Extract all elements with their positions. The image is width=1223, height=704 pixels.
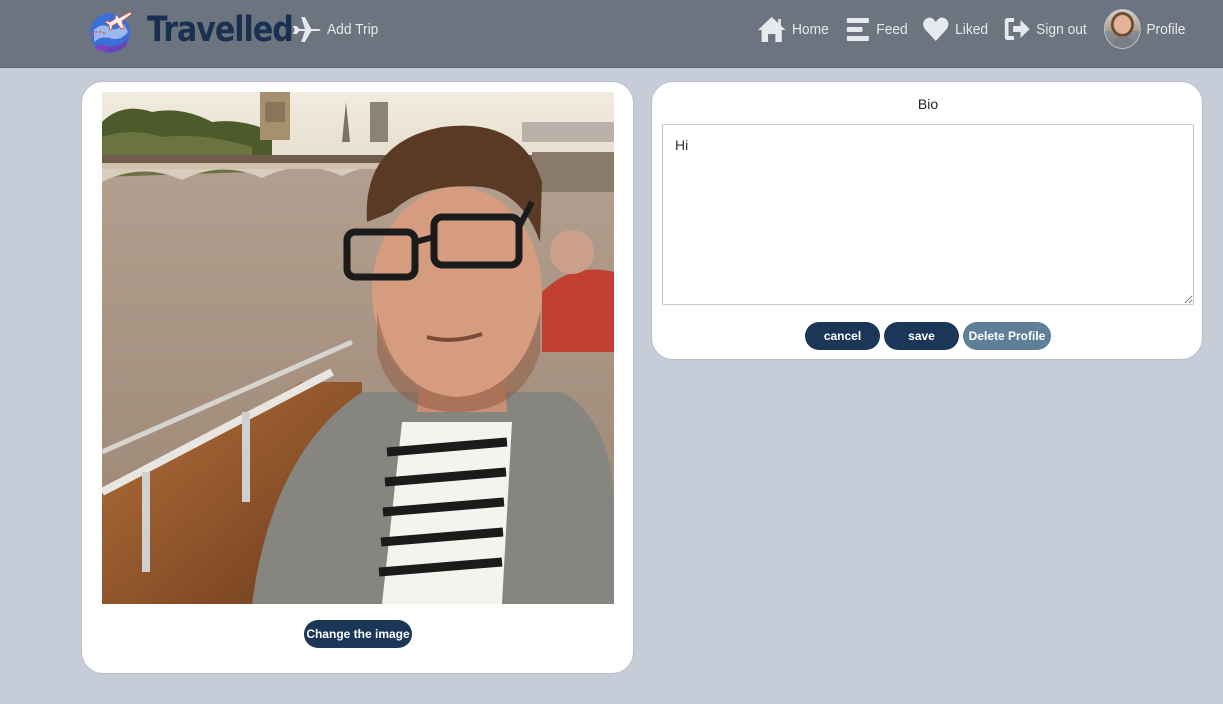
sign-out-icon xyxy=(1004,18,1030,40)
nav-add-trip[interactable]: Add Trip xyxy=(292,12,378,46)
nav-home[interactable]: Home xyxy=(757,12,829,46)
save-button[interactable]: save xyxy=(884,322,959,350)
bio-card: Bio Hi cancel save Delete Profile xyxy=(651,81,1203,360)
profile-photo-card: Change the image xyxy=(81,81,634,674)
cancel-button[interactable]: cancel xyxy=(805,322,880,350)
brand-title[interactable]: Travelled xyxy=(147,9,294,51)
avatar xyxy=(1104,9,1141,49)
nav-profile-label: Profile xyxy=(1146,20,1186,38)
nav-sign-out[interactable]: Sign out xyxy=(1003,12,1087,46)
heart-icon xyxy=(923,17,949,41)
nav-add-trip-label: Add Trip xyxy=(326,20,379,38)
bio-textarea[interactable]: Hi xyxy=(662,124,1194,305)
nav-liked[interactable]: Liked xyxy=(922,12,988,46)
bio-title: Bio xyxy=(917,96,939,112)
nav-profile[interactable]: Profile xyxy=(1104,9,1185,49)
change-image-button[interactable]: Change the image xyxy=(304,620,412,648)
top-navbar: Travelled Add Trip Home Feed Liked Sign … xyxy=(0,0,1223,68)
delete-profile-button[interactable]: Delete Profile xyxy=(963,322,1051,350)
airplane-icon xyxy=(292,17,321,42)
globe-plane-logo-icon[interactable] xyxy=(86,8,134,56)
menu-lines-icon xyxy=(846,18,869,41)
nav-sign-out-label: Sign out xyxy=(1036,20,1087,38)
nav-feed-label: Feed xyxy=(876,20,908,38)
profile-photo xyxy=(102,92,614,604)
nav-liked-label: Liked xyxy=(955,20,989,38)
nav-home-label: Home xyxy=(791,20,829,38)
home-icon xyxy=(757,17,786,42)
nav-feed[interactable]: Feed xyxy=(845,12,908,46)
